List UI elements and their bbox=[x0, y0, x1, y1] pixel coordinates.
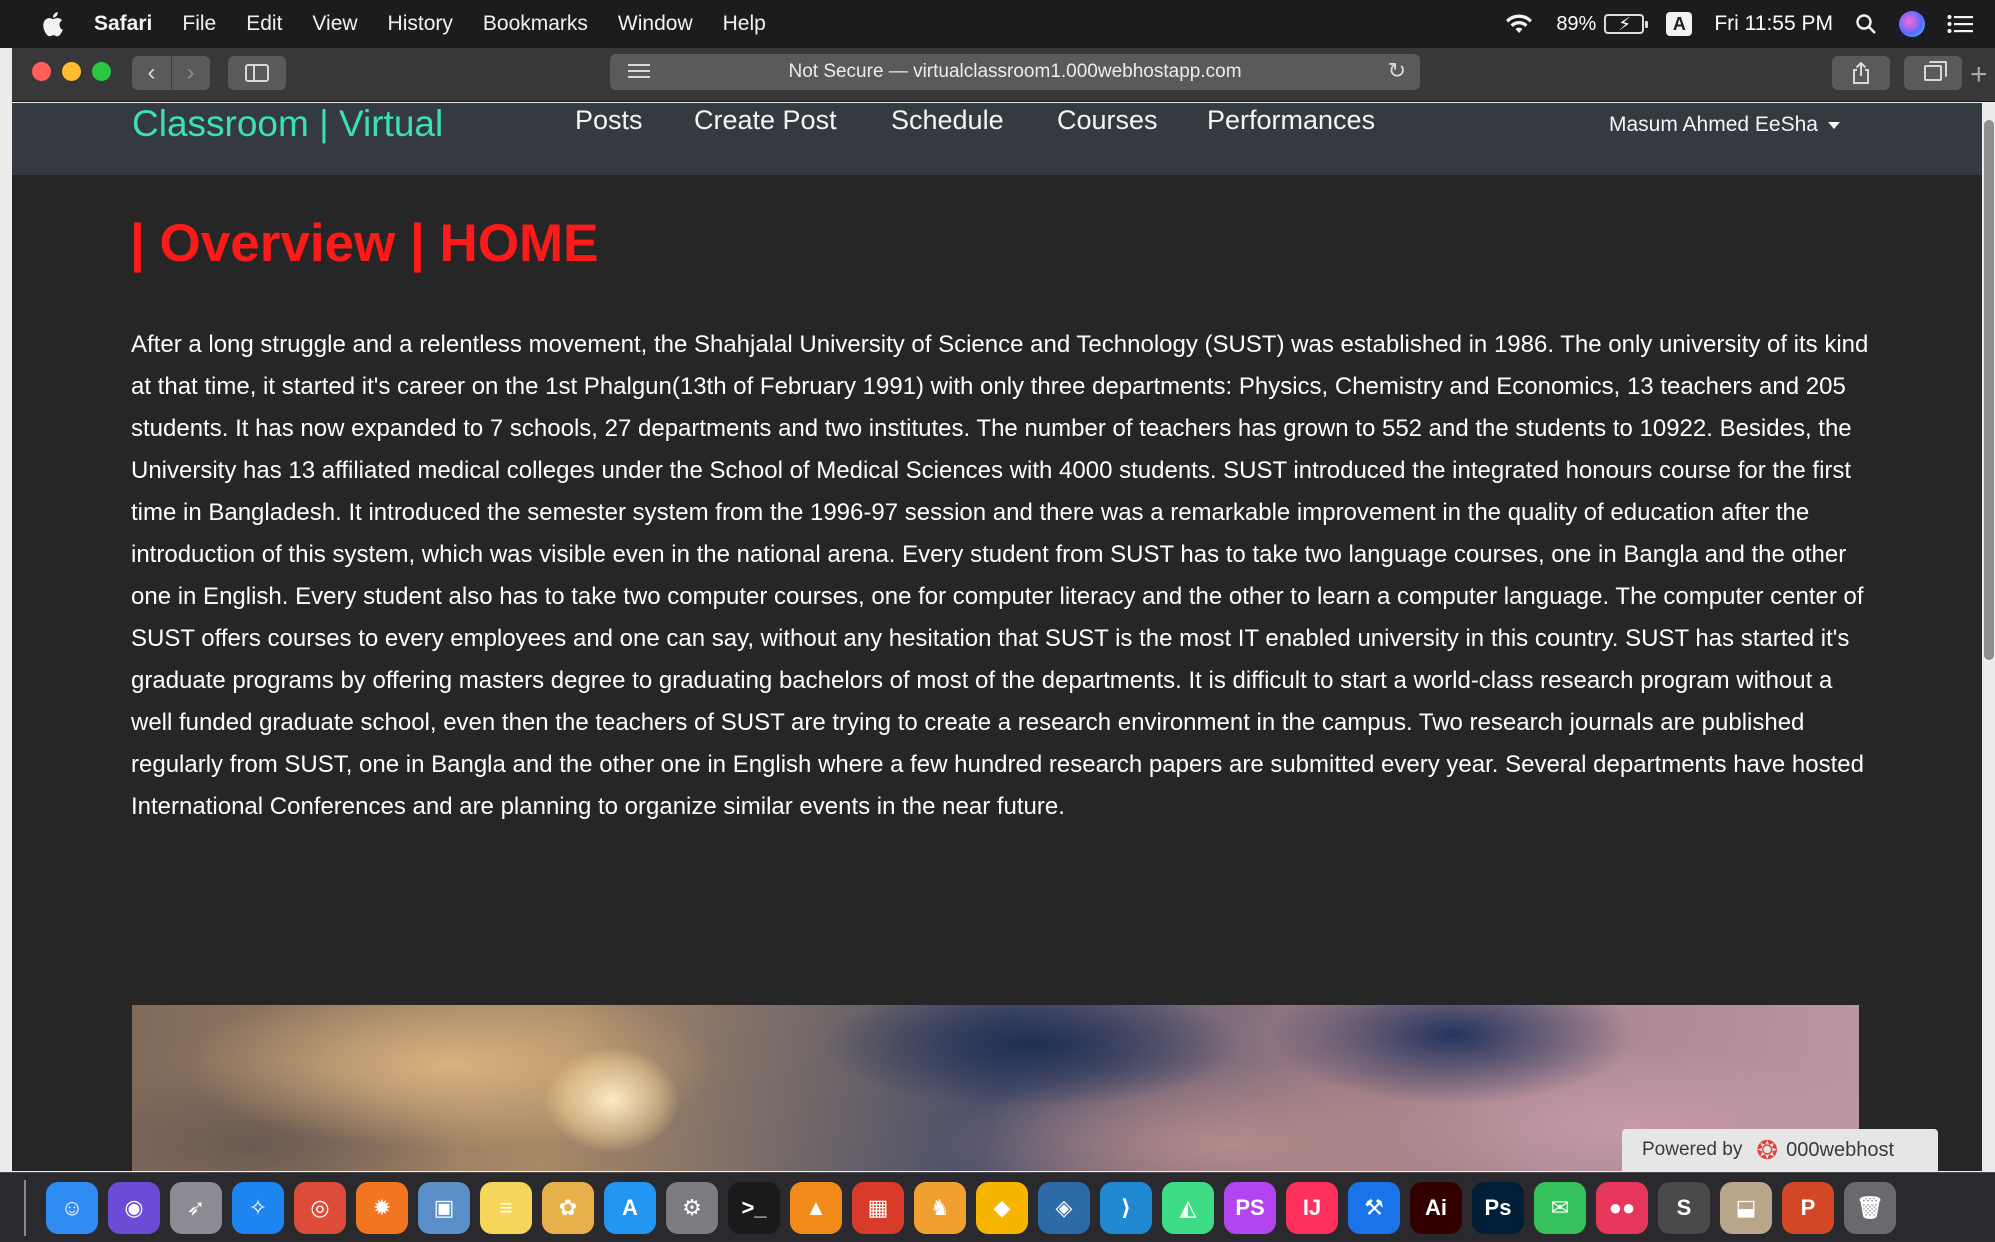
notification-center-icon[interactable] bbox=[1947, 14, 1973, 34]
sidebar-icon bbox=[245, 64, 269, 82]
dock-powerpoint-icon[interactable]: P bbox=[1782, 1181, 1834, 1234]
dock-office-icon[interactable]: ▦ bbox=[852, 1181, 904, 1234]
page-scrollbar[interactable] bbox=[1984, 120, 1994, 660]
dock-mysql-workbench-icon[interactable]: ◈ bbox=[1038, 1181, 1090, 1234]
nav-create-post[interactable]: Create Post bbox=[694, 105, 837, 136]
safari-toolbar: ‹ › Not Secure — virtualclassroom1.000we… bbox=[12, 48, 1995, 102]
overview-paragraph: After a long struggle and a relentless m… bbox=[131, 331, 1869, 820]
dock-phpstorm-icon[interactable]: PS bbox=[1224, 1181, 1276, 1234]
dock-launchpad-icon[interactable]: ➶ bbox=[170, 1181, 222, 1234]
forward-button[interactable]: › bbox=[172, 59, 210, 87]
menu-extras: 89% ⚡ A Fri 11:55 PM bbox=[1504, 0, 1995, 48]
siri-icon[interactable] bbox=[1899, 11, 1925, 37]
tabs-icon bbox=[1924, 61, 1947, 81]
new-tab-button[interactable]: + bbox=[1970, 58, 1988, 92]
powered-by-label: Powered by bbox=[1642, 1139, 1743, 1160]
dock-divider bbox=[24, 1179, 26, 1236]
apple-menu-icon[interactable] bbox=[42, 9, 68, 39]
dock-notes-icon[interactable]: ≡ bbox=[480, 1181, 532, 1234]
macos-menu-bar: Safari File Edit View History Bookmarks … bbox=[0, 0, 1995, 48]
dock-flickr-icon[interactable]: ●● bbox=[1596, 1181, 1648, 1234]
input-source-icon[interactable]: A bbox=[1666, 12, 1693, 36]
address-bar[interactable]: Not Secure — virtualclassroom1.000webhos… bbox=[610, 54, 1420, 90]
macos-dock: ☺ ◉ ➶ ✧ ◎ ✹ ▣ ≡ ✿ A ⚙ >_ ▲ ▦ ♞ ◆ ◈ ⟩ ◭ PS IJ ⚒ Ai Ps ✉ ●● S ⬓ P 🗑 bbox=[0, 1172, 1995, 1242]
dock-finder-icon[interactable]: ☺ bbox=[46, 1181, 98, 1234]
screen: { "menubar": { "app": "Safari", "items":… bbox=[0, 0, 1995, 1242]
wifi-icon[interactable] bbox=[1504, 13, 1534, 35]
dock-tableplus-icon[interactable]: ♞ bbox=[914, 1181, 966, 1234]
address-text: Not Secure — virtualclassroom1.000webhos… bbox=[788, 61, 1242, 82]
user-dropdown[interactable]: Masum Ahmed EeSha bbox=[1609, 113, 1840, 137]
web-page: Classroom | Virtual Posts Create Post Sc… bbox=[12, 103, 1982, 1171]
dock-photoshop-icon[interactable]: Ps bbox=[1472, 1181, 1524, 1234]
dock-intellij-icon[interactable]: IJ bbox=[1286, 1181, 1338, 1234]
menu-bookmarks[interactable]: Bookmarks bbox=[483, 12, 588, 36]
dock-messages-icon[interactable]: ✉ bbox=[1534, 1181, 1586, 1234]
battery-icon[interactable]: ⚡ bbox=[1604, 14, 1649, 34]
dock-preview-icon[interactable]: ▣ bbox=[418, 1181, 470, 1234]
dock-terminal-icon[interactable]: >_ bbox=[728, 1181, 780, 1234]
dock-siri-icon[interactable]: ◉ bbox=[108, 1181, 160, 1234]
nav-posts[interactable]: Posts bbox=[575, 105, 643, 136]
dock-sublime-text-icon[interactable]: S bbox=[1658, 1181, 1710, 1234]
caret-down-icon bbox=[1827, 121, 1840, 129]
nav-courses[interactable]: Courses bbox=[1057, 105, 1158, 136]
dock-trash-icon[interactable]: 🗑 bbox=[1844, 1181, 1896, 1234]
menu-window[interactable]: Window bbox=[618, 12, 693, 36]
close-window-button[interactable] bbox=[32, 62, 51, 81]
dock-illustrator-icon[interactable]: Ai bbox=[1410, 1181, 1462, 1234]
dock-photos-icon[interactable]: ✿ bbox=[542, 1181, 594, 1234]
share-button[interactable] bbox=[1832, 56, 1890, 90]
sidebar-toggle-button[interactable] bbox=[228, 56, 286, 90]
site-brand[interactable]: Classroom | Virtual bbox=[132, 103, 443, 145]
nav-performances[interactable]: Performances bbox=[1207, 105, 1375, 136]
zoom-window-button[interactable] bbox=[92, 62, 111, 81]
webhost-name: 000webhost bbox=[1786, 1138, 1895, 1161]
dock-xcode-icon[interactable]: ⚒ bbox=[1348, 1181, 1400, 1234]
dock-safari-icon[interactable]: ✧ bbox=[232, 1181, 284, 1234]
history-nav-buttons: ‹ › bbox=[132, 56, 210, 90]
dock-vlc-icon[interactable]: ▲ bbox=[790, 1181, 842, 1234]
powered-by-badge[interactable]: Powered by ❂ 000webhost bbox=[1622, 1129, 1938, 1171]
dock-app-store-icon[interactable]: A bbox=[604, 1181, 656, 1234]
spotlight-search-icon[interactable] bbox=[1855, 13, 1877, 35]
menu-file[interactable]: File bbox=[182, 12, 216, 36]
menu-edit[interactable]: Edit bbox=[246, 12, 282, 36]
minimize-window-button[interactable] bbox=[62, 62, 81, 81]
menu-app-safari[interactable]: Safari bbox=[94, 12, 152, 36]
menu-view[interactable]: View bbox=[312, 12, 357, 36]
dock-vscode-icon[interactable]: ⟩ bbox=[1100, 1181, 1152, 1234]
webhost-logo-icon: ❂ bbox=[1756, 1134, 1779, 1165]
dock-android-studio-icon[interactable]: ◭ bbox=[1162, 1181, 1214, 1234]
hero-sky-image bbox=[132, 1005, 1859, 1171]
user-name: Masum Ahmed EeSha bbox=[1609, 113, 1818, 136]
dock-archive-utility-icon[interactable]: ⬓ bbox=[1720, 1181, 1772, 1234]
menu-history[interactable]: History bbox=[388, 12, 453, 36]
dock-system-preferences-icon[interactable]: ⚙ bbox=[666, 1181, 718, 1234]
dock-firefox-icon[interactable]: ✹ bbox=[356, 1181, 408, 1234]
page-title: | Overview | HOME bbox=[130, 214, 599, 273]
menu-help[interactable]: Help bbox=[723, 12, 766, 36]
site-navbar: Classroom | Virtual Posts Create Post Sc… bbox=[12, 103, 1982, 175]
back-button[interactable]: ‹ bbox=[133, 59, 171, 87]
battery-percent: 89% bbox=[1556, 12, 1597, 35]
nav-schedule[interactable]: Schedule bbox=[891, 105, 1004, 136]
reload-icon[interactable]: ↻ bbox=[1388, 58, 1406, 84]
reader-view-icon[interactable] bbox=[628, 64, 650, 82]
dock-sketch-icon[interactable]: ◆ bbox=[976, 1181, 1028, 1234]
menu-clock[interactable]: Fri 11:55 PM bbox=[1714, 12, 1833, 36]
show-tabs-button[interactable] bbox=[1904, 56, 1962, 90]
dock-chrome-icon[interactable]: ◎ bbox=[294, 1181, 346, 1234]
share-icon bbox=[1853, 61, 1869, 84]
